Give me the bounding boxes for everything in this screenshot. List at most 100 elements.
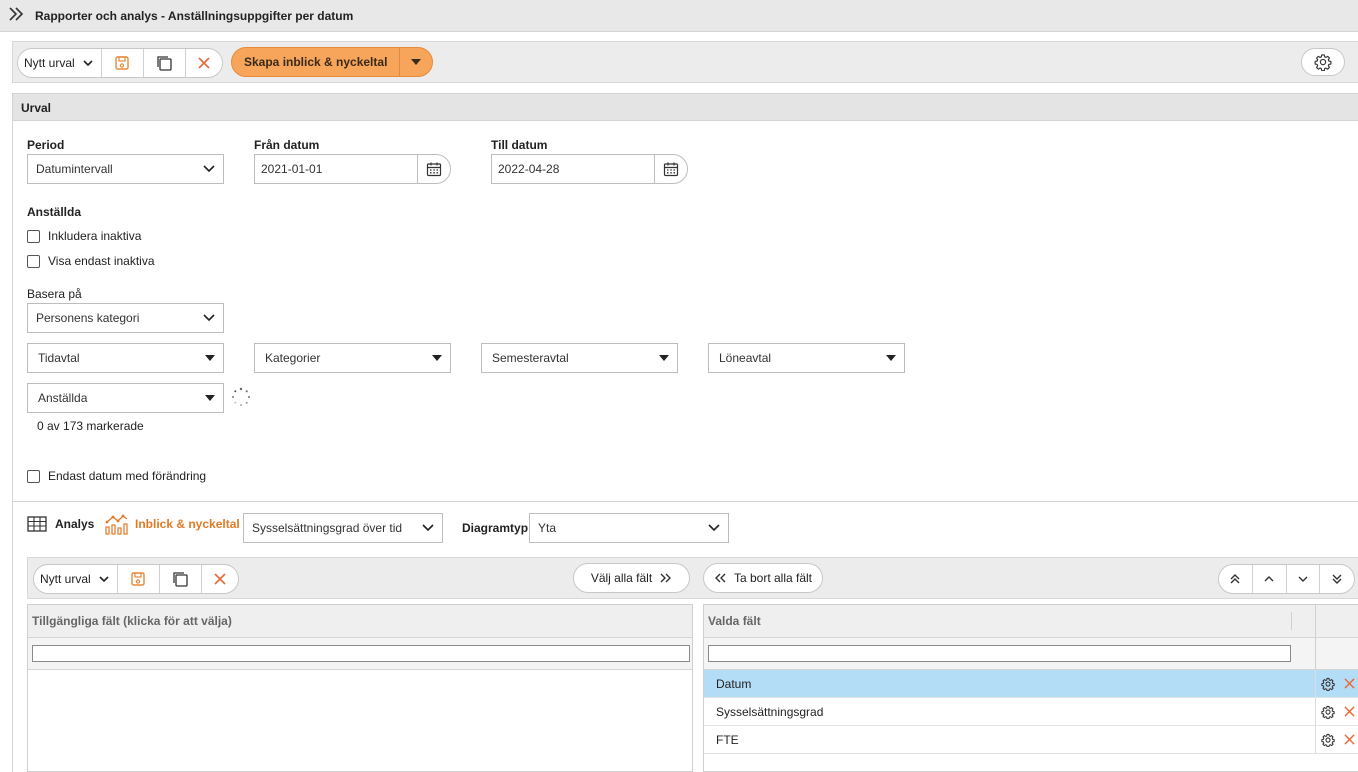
close-icon[interactable]: [1343, 706, 1355, 717]
create-insight-button[interactable]: Skapa inblick & nyckeltal: [232, 48, 401, 76]
from-date-label: Från datum: [254, 138, 320, 152]
remove-all-fields-button[interactable]: Ta bort alla fält: [703, 563, 823, 593]
base-on-select-value: Personens kategori: [36, 311, 140, 325]
copy-button[interactable]: [144, 49, 186, 77]
filter-select-semesteravtal[interactable]: Semesteravtal: [481, 343, 678, 373]
select-all-fields-label: Välj alla fält: [590, 571, 653, 585]
checkbox-box[interactable]: [27, 254, 40, 268]
create-insight-dropdown[interactable]: [400, 48, 432, 76]
caret-down-icon: [205, 355, 215, 361]
tab-analys[interactable]: Analys: [27, 516, 94, 532]
caret-down-icon: [205, 395, 215, 401]
chevron-down-icon: [99, 576, 109, 583]
table-row[interactable]: Sysselsättningsgrad: [704, 697, 1358, 726]
table-row[interactable]: Datum: [704, 669, 1358, 698]
chevron-down-icon: [1298, 576, 1308, 582]
available-fields-filter-input[interactable]: [32, 645, 690, 662]
period-select[interactable]: Datumintervall: [27, 154, 224, 184]
section-title: Urval: [21, 101, 52, 115]
base-on-select[interactable]: Personens kategori: [27, 303, 224, 333]
employees-select[interactable]: Anställda: [27, 383, 224, 413]
copy-icon: [173, 572, 188, 587]
employees-label: Anställda: [27, 205, 82, 219]
clear-button[interactable]: [186, 49, 222, 77]
move-down-button[interactable]: [1287, 565, 1321, 593]
gear-icon[interactable]: [1320, 677, 1335, 691]
include-inactive-checkbox[interactable]: Inkludera inaktiva: [27, 229, 141, 243]
section-header: Urval: [12, 93, 1358, 121]
gear-icon[interactable]: [1320, 705, 1335, 719]
gear-icon[interactable]: [1320, 733, 1335, 747]
filter-select-kategorier[interactable]: Kategorier: [254, 343, 451, 373]
selected-fields-header-row: Valda fält: [704, 605, 1358, 638]
row-actions: [1315, 725, 1358, 754]
available-fields-grid: Tillgängliga fält (klicka för att välja): [27, 604, 693, 772]
selection-dropdown[interactable]: Nytt urval: [18, 49, 102, 77]
from-date-input[interactable]: 2021-01-01: [255, 155, 418, 183]
caret-down-icon: [411, 59, 422, 65]
copy-icon: [157, 56, 172, 71]
selected-fields-header: Valda fält: [708, 614, 761, 628]
tab-insight[interactable]: Inblick & nyckeltal: [105, 513, 240, 535]
save-button[interactable]: [102, 49, 144, 77]
filter-select-loneavtal[interactable]: Löneavtal: [708, 343, 905, 373]
insight-select-value: Sysselsättningsgrad över tid: [252, 521, 403, 535]
fields-save-button[interactable]: [118, 565, 160, 593]
selected-fields-grid: Valda fält Datum Sysselsättningsgrad FTE: [703, 604, 1358, 772]
move-top-button[interactable]: [1219, 565, 1253, 593]
fields-clear-button[interactable]: [202, 565, 238, 593]
column-divider: [1315, 638, 1316, 670]
from-date-calendar-button[interactable]: [418, 155, 450, 183]
double-chevron-right-icon: [660, 573, 672, 583]
fields-toolbar: Nytt urval Välj alla fält Ta bort alla f…: [27, 557, 1358, 599]
table-row[interactable]: FTE: [704, 725, 1358, 754]
close-icon[interactable]: [1343, 734, 1355, 745]
create-insight-button-group: Skapa inblick & nyckeltal: [231, 47, 434, 77]
filter-select-label: Tidavtal: [38, 351, 80, 365]
save-icon: [131, 572, 145, 586]
fields-copy-button[interactable]: [160, 565, 202, 593]
close-icon[interactable]: [1343, 678, 1355, 689]
available-fields-header: Tillgängliga fält (klicka för att välja): [28, 605, 692, 638]
expand-menu-icon[interactable]: [8, 7, 24, 25]
to-date-calendar-button[interactable]: [655, 155, 687, 183]
selected-fields-rows: Datum Sysselsättningsgrad FTE: [704, 669, 1358, 770]
filter-select-label: Semesteravtal: [492, 351, 569, 365]
double-chevron-up-icon: [1230, 574, 1240, 584]
only-changed-checkbox[interactable]: Endast datum med förändring: [27, 469, 206, 483]
chevron-up-icon: [1264, 576, 1274, 582]
reorder-button-group: [1218, 564, 1355, 594]
tab-insight-label: Inblick & nyckeltal: [135, 517, 240, 531]
filter-select-tidavtal[interactable]: Tidavtal: [27, 343, 224, 373]
checkbox-box[interactable]: [27, 229, 40, 243]
from-date-field: 2021-01-01: [254, 154, 451, 184]
selection-button-group: Nytt urval: [17, 48, 223, 78]
employees-select-value: Anställda: [38, 391, 88, 405]
diagram-type-select[interactable]: Yta: [529, 513, 729, 543]
chevron-down-icon: [422, 524, 434, 532]
insight-select[interactable]: Sysselsättningsgrad över tid: [243, 513, 443, 543]
selected-fields-filter-input[interactable]: [708, 645, 1291, 662]
chevron-down-icon: [708, 524, 720, 532]
title-bar: Rapporter och analys - Anställningsuppgi…: [0, 0, 1358, 32]
diagram-type-label: Diagramtyp: [462, 521, 529, 535]
move-bottom-button[interactable]: [1320, 565, 1354, 593]
main-toolbar: Nytt urval Skapa inblick & nyckeltal: [12, 41, 1358, 83]
settings-button[interactable]: [1301, 48, 1345, 76]
close-icon: [198, 57, 210, 69]
double-chevron-down-icon: [1332, 574, 1342, 584]
move-up-button[interactable]: [1253, 565, 1287, 593]
fields-selection-dropdown[interactable]: Nytt urval: [34, 565, 118, 593]
caret-down-icon: [432, 355, 442, 361]
to-date-input[interactable]: 2022-04-28: [492, 155, 655, 183]
window-title: Rapporter och analys - Anställningsuppgi…: [35, 9, 354, 23]
checkbox-box[interactable]: [27, 469, 40, 483]
column-divider: [1291, 612, 1292, 630]
include-inactive-label: Inkludera inaktiva: [48, 229, 142, 243]
calendar-icon: [426, 162, 442, 177]
filter-select-label: Löneavtal: [719, 351, 772, 365]
only-inactive-checkbox[interactable]: Visa endast inaktiva: [27, 254, 155, 268]
select-all-fields-button[interactable]: Välj alla fält: [573, 563, 690, 593]
fields-selection-button-group: Nytt urval: [33, 564, 239, 594]
to-date-field: 2022-04-28: [491, 154, 688, 184]
